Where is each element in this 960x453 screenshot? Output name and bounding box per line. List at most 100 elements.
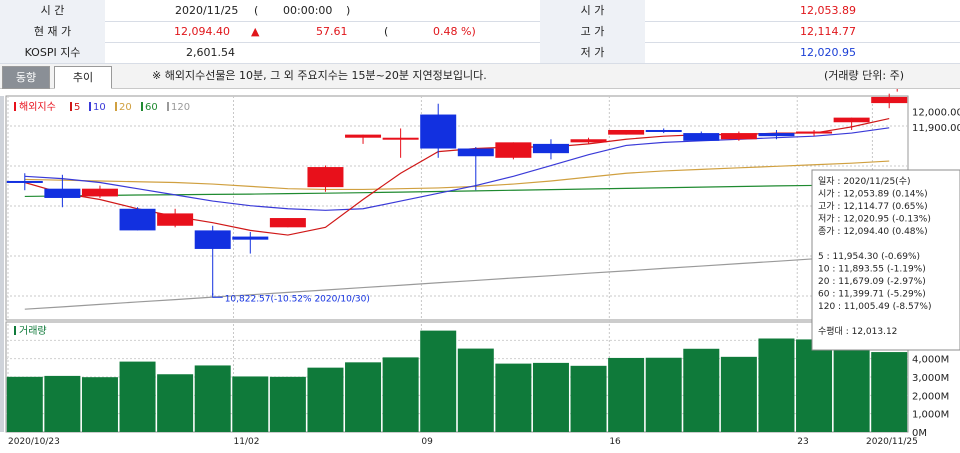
legend-marker xyxy=(14,102,16,111)
volume-bar xyxy=(345,362,382,432)
tooltip-line: 120 : 11,005.49 (-8.57%) xyxy=(818,302,931,312)
delay-notice: ※ 해외지수선물은 10분, 그 외 주요지수는 15분~20분 지연정보입니다… xyxy=(152,69,487,82)
date-tick-label: 23 xyxy=(797,437,808,447)
volume-bar xyxy=(608,357,645,432)
date-tick-label: 2020/11/25 xyxy=(866,437,918,447)
tooltip-line: 저가 : 12,020.95 (-0.13%) xyxy=(818,214,931,225)
volume-bar xyxy=(683,348,720,432)
candle-body xyxy=(232,236,269,240)
candle-body xyxy=(720,133,757,140)
volume-tick-label: 1,000M xyxy=(912,410,949,421)
volume-bar xyxy=(382,357,419,432)
candle-body xyxy=(645,129,682,132)
candle-body xyxy=(345,134,382,138)
quote-info-panel: 시 간 2020/11/25 ( 00:00:00 ) 시 가 12,053.8… xyxy=(0,0,960,64)
candlestick-chart[interactable]: 12,000.0011,900.000M1,000M2,000M3,000M4,… xyxy=(0,80,960,450)
volume-bar xyxy=(457,348,494,432)
candle-body xyxy=(420,114,457,149)
candle-body xyxy=(608,129,645,135)
date-value: 2020/11/25 xyxy=(175,4,239,17)
legend-ma-label: 10 xyxy=(93,102,106,113)
candle-body xyxy=(81,188,118,197)
tooltip-line: 일자 : 2020/11/25(수) xyxy=(818,176,911,187)
legend-main-label: 해외지수 xyxy=(19,100,56,113)
candle-body xyxy=(683,133,720,141)
legend-ma-label: 20 xyxy=(119,102,132,113)
candle-body xyxy=(457,148,494,157)
open-value: 12,053.89 xyxy=(800,4,856,17)
low-annotation: 10,822.57(-10.52% 2020/10/30) xyxy=(225,294,370,304)
volume-legend-marker xyxy=(14,326,16,335)
legend-ma-label: 5 xyxy=(74,102,80,113)
candle-body xyxy=(307,167,344,188)
kospi-row: KOSPI 지수 2,601.54 저 가 12,020.95 xyxy=(0,42,960,64)
volume-tick-label: 4,000M xyxy=(912,355,949,366)
up-arrow-icon: ▲ xyxy=(251,25,260,38)
volume-bar xyxy=(570,365,607,432)
candle-body xyxy=(157,213,194,226)
volume-bar xyxy=(645,357,682,432)
pct-open-paren: ( xyxy=(384,25,389,38)
volume-bar xyxy=(796,339,833,432)
candle-body xyxy=(758,133,795,137)
time-row: 시 간 2020/11/25 ( 00:00:00 ) 시 가 12,053.8… xyxy=(0,0,960,22)
tab-history[interactable]: 추이 xyxy=(54,66,112,89)
current-price: 12,094.40 xyxy=(174,25,230,38)
candle-body xyxy=(382,137,419,140)
candle-body xyxy=(495,142,532,158)
volume-bar xyxy=(232,376,269,432)
high-annotation: 12,114.77(0.17% 2020/11/25) xyxy=(751,89,887,90)
change-value: 57.61 xyxy=(316,25,348,38)
volume-bar xyxy=(194,365,231,432)
volume-bar xyxy=(6,376,43,432)
volume-tick-label: 2,000M xyxy=(912,391,949,402)
tab-trend[interactable]: 동향 xyxy=(2,66,50,89)
candle-body xyxy=(796,131,833,134)
price-tick-label: 12,000.00 xyxy=(912,107,960,118)
low-value: 12,020.95 xyxy=(800,46,856,59)
volume-bar xyxy=(157,374,194,432)
candle-body xyxy=(532,143,569,154)
price-panel xyxy=(5,95,909,321)
date-tick-label: 2020/10/23 xyxy=(8,437,60,447)
candle-body xyxy=(269,218,306,228)
price-label: 현 재 가 xyxy=(0,21,105,42)
kospi-label: KOSPI 지수 xyxy=(0,42,105,63)
legend-ma-marker xyxy=(89,102,91,111)
volume-bar xyxy=(269,376,306,432)
tooltip-line: 고가 : 12,114.77 (0.65%) xyxy=(818,201,928,212)
candle-body xyxy=(194,230,231,249)
time-value: 00:00:00 xyxy=(283,4,333,17)
price-tick-label: 11,900.00 xyxy=(912,123,960,134)
date-tick-label: 11/02 xyxy=(234,437,260,447)
high-label: 고 가 xyxy=(540,21,645,42)
open-label: 시 가 xyxy=(540,0,645,21)
change-pct: 0.48 %) xyxy=(433,25,476,38)
legend-ma-marker xyxy=(141,102,143,111)
high-value: 12,114.77 xyxy=(800,25,856,38)
volume-bar xyxy=(720,356,757,432)
chart-area[interactable]: 12,000.00 11,900.00 0M 1,000M 2,000M 3,000M 4,… xyxy=(0,80,960,450)
tooltip-line: 20 : 11,679.09 (-2.97%) xyxy=(818,277,926,287)
volume-bar xyxy=(495,363,532,432)
tooltip-line: 수평대 : 12,013.12 xyxy=(818,326,897,337)
candle-body xyxy=(871,96,908,104)
kospi-value: 2,601.54 xyxy=(186,46,235,59)
left-edge xyxy=(0,96,4,432)
tooltip-line: 10 : 11,893.55 (-1.19%) xyxy=(818,265,926,275)
time-open-paren: ( xyxy=(254,4,259,17)
volume-bar xyxy=(833,339,870,432)
legend-ma-marker xyxy=(70,102,72,111)
volume-bar xyxy=(81,377,118,432)
time-close-paren: ) xyxy=(346,4,351,17)
candle-body xyxy=(833,117,870,123)
volume-legend-label: 거래량 xyxy=(19,325,47,337)
date-tick-label: 09 xyxy=(421,437,433,447)
volume-bar xyxy=(44,375,81,432)
tooltip-line: 60 : 11,399.71 (-5.29%) xyxy=(818,290,926,300)
volume-bar xyxy=(871,352,908,432)
legend-ma-label: 120 xyxy=(171,102,190,113)
candle-body xyxy=(119,208,156,231)
volume-bar xyxy=(307,367,344,432)
volume-bar xyxy=(420,330,457,432)
